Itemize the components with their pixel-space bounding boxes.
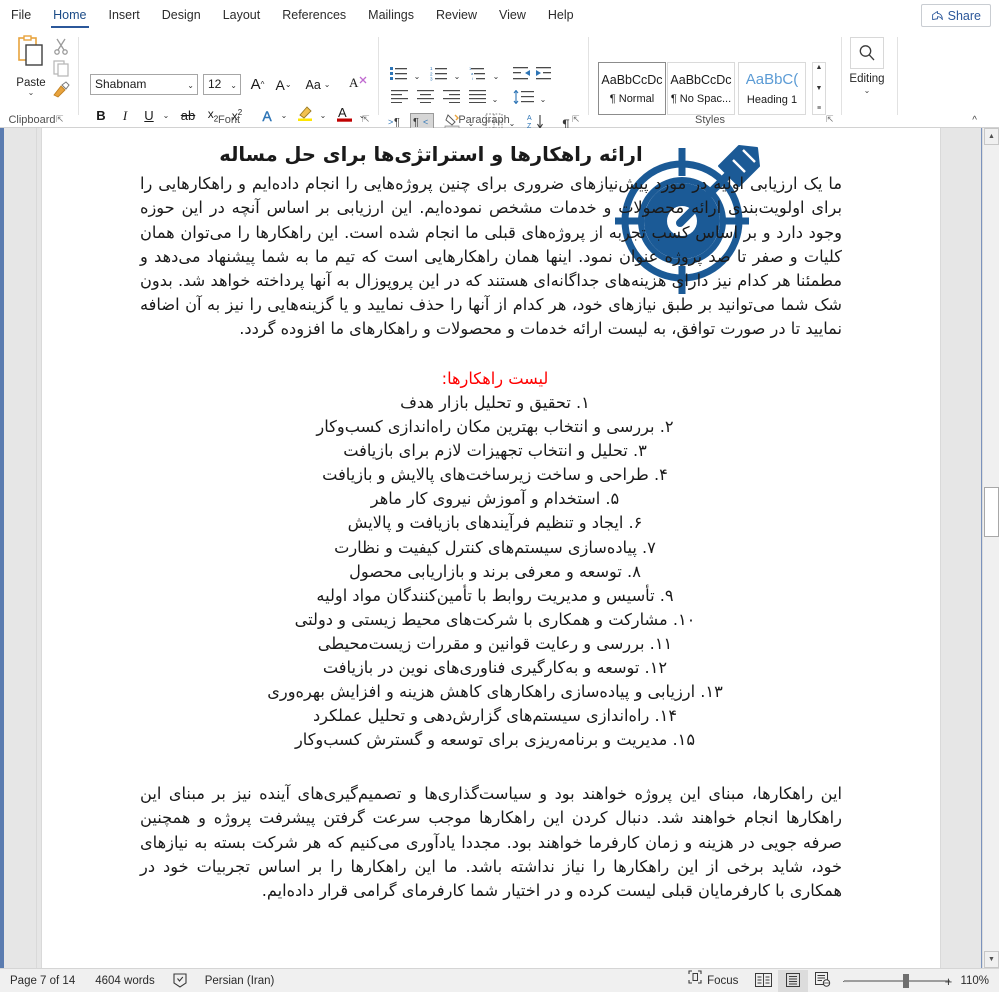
status-bar: Page 7 of 14 4604 words Persian (Iran) F… — [0, 968, 999, 992]
scroll-down-button[interactable]: ▼ — [984, 951, 999, 968]
focus-label: Focus — [707, 975, 739, 987]
list-item: ۵. استخدام و آموزش نیروی کار ماهر — [370, 489, 620, 509]
share-label: Share — [947, 8, 981, 23]
list-item: ۴. طراحی و ساخت زیرساخت‌های پالایش و باز… — [322, 465, 668, 485]
read-mode-icon — [754, 972, 772, 990]
document-page[interactable]: ارائه راهکارها و استراتژی‌ها برای حل مسا… — [42, 128, 940, 968]
list-item: ۱۲. توسعه و به‌کارگیری فناوری‌های نوین د… — [322, 658, 668, 677]
print-layout-button[interactable] — [778, 970, 809, 992]
list-item: ۸. توسعه و معرفی برند و بازاریابی محصول — [349, 561, 641, 581]
share-icon — [931, 9, 944, 22]
group-separator — [897, 37, 898, 115]
left-margin-indicator — [0, 128, 4, 968]
list-item: ۱. تحقیق و تحلیل بازار هدف — [400, 392, 590, 412]
read-mode-button[interactable] — [748, 970, 778, 992]
word-window: File Home Insert Design Layout Reference… — [0, 0, 999, 992]
list-item: ۶. ایجاد و تنظیم فرآیندهای بازیافت و پال… — [347, 513, 643, 533]
tab-references[interactable]: References — [271, 0, 357, 31]
paragraph-closing: این راهکارها، مبنای این پروژه خواهند بود… — [140, 784, 842, 900]
ribbon-tab-bar: File Home Insert Design Layout Reference… — [0, 0, 999, 31]
page-title: ارائه راهکارها و استراتژی‌ها برای حل مسا… — [219, 143, 643, 166]
ribbon-group-editing: Editing ⌄ ^ — [0, 31, 999, 128]
zoom-track[interactable] — [844, 980, 951, 982]
proofing-errors-icon[interactable] — [165, 969, 195, 992]
web-layout-button[interactable] — [808, 970, 838, 992]
zoom-level[interactable]: 110% — [956, 975, 999, 987]
web-layout-icon — [815, 972, 831, 990]
tab-review[interactable]: Review — [425, 0, 488, 31]
list-item: ۳. تحلیل و انتخاب تجهیزات لازم برای بازی… — [343, 441, 647, 461]
list-item: ۱۳. ارزیابی و پیاده‌سازی راهکارهای کاهش … — [267, 682, 723, 702]
document-canvas: ارائه راهکارها و استراتژی‌ها برای حل مسا… — [0, 128, 999, 968]
status-bar-right: Focus + 110% — [678, 969, 999, 992]
paragraph-intro: ما یک ارزیابی اولیه در مورد پیش‌نیازهای … — [140, 174, 842, 338]
tab-file[interactable]: File — [0, 0, 42, 31]
tab-layout[interactable]: Layout — [212, 0, 272, 31]
tab-help[interactable]: Help — [537, 0, 585, 31]
page-indicator[interactable]: Page 7 of 14 — [0, 969, 85, 992]
print-layout-icon — [786, 972, 801, 990]
list-item: ۱۵. مدیریت و برنامه‌ریزی برای توسعه و گس… — [294, 730, 696, 750]
solutions-list-heading: لیست راهکارها: — [441, 368, 549, 388]
share-button[interactable]: Share — [920, 4, 991, 27]
language-indicator[interactable]: Persian (Iran) — [195, 969, 285, 992]
page-right-edge-line — [940, 128, 941, 968]
solutions-list: ۱. تحقیق و تحلیل بازار هدف ۲. بررسی و ان… — [140, 391, 842, 752]
word-count[interactable]: 4604 words — [85, 969, 164, 992]
editing-button[interactable]: Editing ⌄ — [837, 37, 897, 107]
search-magnifier-icon — [850, 37, 884, 69]
gutter-line — [36, 128, 37, 968]
document-body[interactable]: ارائه راهکارها و استراتژی‌ها برای حل مسا… — [140, 142, 842, 903]
tab-design[interactable]: Design — [151, 0, 212, 31]
chevron-down-icon[interactable]: ⌄ — [864, 86, 871, 95]
list-item: ۱۴. راه‌اندازی سیستم‌های گزارش‌دهی و تحل… — [312, 706, 678, 726]
collapse-ribbon-button[interactable]: ^ — [972, 115, 977, 126]
focus-mode-button[interactable]: Focus — [678, 969, 748, 992]
zoom-slider[interactable]: − + — [838, 970, 956, 992]
tab-insert[interactable]: Insert — [98, 0, 151, 31]
editing-label: Editing — [849, 73, 885, 85]
zoom-thumb[interactable] — [903, 974, 910, 988]
list-item: ۷. پیاده‌سازی سیستم‌های کنترل کیفیت و نظ… — [334, 537, 656, 557]
list-item: ۱۱. بررسی و رعایت قوانین و مقررات زیست‌م… — [317, 633, 673, 653]
zoom-in-button[interactable]: + — [940, 974, 956, 989]
list-item: ۲. بررسی و انتخاب بهترین مکان راه‌اندازی… — [316, 417, 674, 437]
list-item: ۹. تأسیس و مدیریت روابط با تأمین‌کنندگان… — [316, 585, 674, 605]
tab-view[interactable]: View — [488, 0, 537, 31]
vertical-scrollbar[interactable]: ▲ ▼ — [982, 128, 999, 968]
ribbon: Paste ⌄ Clipboard ⇱ Shabnam ⌄ 12 ⌄ A ^ A… — [0, 31, 999, 134]
tab-mailings[interactable]: Mailings — [357, 0, 425, 31]
tab-home[interactable]: Home — [42, 0, 97, 31]
scroll-thumb[interactable] — [984, 487, 999, 537]
focus-mode-icon — [688, 969, 702, 992]
scroll-up-button[interactable]: ▲ — [984, 128, 999, 145]
list-item: ۱۰. مشارکت و همکاری با شرکت‌های محیط زیس… — [294, 609, 696, 629]
